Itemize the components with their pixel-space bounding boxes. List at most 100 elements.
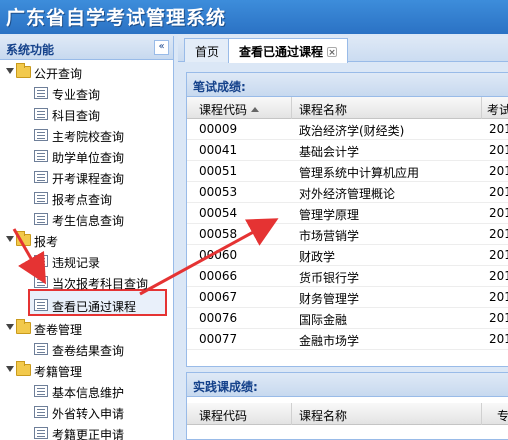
tree-item-review-result[interactable]: 查卷结果查询 [0,339,173,360]
tree-item-course-query[interactable]: 开考课程查询 [0,167,173,188]
collapse-icon[interactable]: « [154,40,169,55]
expand-arrow-icon[interactable] [6,236,14,242]
panel-title: 笔试成绩: [193,80,246,94]
expand-arrow-icon[interactable] [6,68,14,74]
cell-course-code: 00066 [199,269,238,283]
table-row[interactable]: 00053 对外经济管理概论 201 [187,182,508,203]
cell-course-name: 政治经济学(财经类) [299,124,405,138]
tree-group-label: 公开查询 [34,67,83,81]
column-separator[interactable] [291,97,292,119]
cell-exam-date: 201 [489,185,508,199]
cell-course-name: 财务管理学 [299,292,360,306]
tree-item-basic-info[interactable]: 基本信息维护 [0,381,173,402]
tree-item-major-query[interactable]: 专业查询 [0,83,173,104]
tree-item-subject-query[interactable]: 科目查询 [0,104,173,125]
expand-arrow-icon[interactable] [6,366,14,372]
document-icon [34,276,48,288]
cell-exam-date: 201 [489,248,508,262]
cell-course-name: 对外经济管理概论 [299,187,396,201]
table-row[interactable]: 00060 财政学 201 [187,245,508,266]
cell-exam-date: 201 [489,206,508,220]
tree-group-public-query[interactable]: 公开查询 [0,62,173,83]
cell-course-code: 00058 [199,227,238,241]
tree-item-current-registration[interactable]: 当次报考科目查询 [0,272,173,293]
cell-course-code: 00076 [199,311,238,325]
tree-item-assist-unit-query[interactable]: 助学单位查询 [0,146,173,167]
folder-icon [16,319,31,334]
document-icon [34,385,48,397]
app-header: 广东省自学考试管理系统 [0,0,508,34]
cell-course-code: 00009 [199,122,238,136]
tree-group-registration[interactable]: 报考 [0,230,173,251]
document-icon [34,129,48,141]
panel-header: 笔试成绩: [187,73,508,97]
table-row[interactable]: 00051 管理系统中计算机应用 201 [187,161,508,182]
grid-header: 课程代码 课程名称 考试 [187,97,508,119]
table-row[interactable]: 00076 国际金融 201 [187,308,508,329]
tree-item-label: 主考院校查询 [52,130,125,144]
sidebar: 系统功能 « 公开查询 专业查询 科目查询 主考院校查询 助学单位查询 开考课程… [0,36,174,440]
table-row[interactable]: 00054 管理学原理 201 [187,203,508,224]
tree-group-label: 报考 [34,235,59,249]
column-header-major[interactable]: 专 [497,407,508,424]
table-row[interactable]: 00066 货币银行学 201 [187,266,508,287]
column-separator[interactable] [481,97,482,119]
cell-exam-date: 201 [489,269,508,283]
tree-group-label: 考籍管理 [34,365,83,379]
cell-course-code: 00051 [199,164,238,178]
cell-course-code: 00041 [199,143,238,157]
column-header-name[interactable]: 课程名称 [299,101,347,118]
tree-item-violation-record[interactable]: 违规记录 [0,251,173,272]
column-header-code[interactable]: 课程代码 [199,407,247,424]
table-row[interactable]: 00041 基础会计学 201 [187,140,508,161]
tab-label: 首页 [195,45,220,59]
document-icon [34,255,48,267]
sidebar-title: 系统功能 [6,43,55,57]
document-icon [34,108,48,120]
cell-course-code: 00067 [199,290,238,304]
expand-arrow-icon[interactable] [6,324,14,330]
tree-item-label: 考籍更正申请 [52,428,125,440]
table-row[interactable]: 00067 财务管理学 201 [187,287,508,308]
tree-group-label: 查卷管理 [34,323,83,337]
cell-exam-date: 201 [489,227,508,241]
tree-item-passed-courses[interactable]: 查看已通过课程 [0,293,173,318]
document-icon [34,406,48,418]
practice-score-panel: 实践课成绩: 课程代码 课程名称 专 [186,372,508,440]
column-separator[interactable] [481,403,482,425]
sort-asc-icon[interactable] [251,107,260,112]
document-icon [34,213,48,225]
document-icon [34,427,48,439]
table-row[interactable]: 00077 金融市场学 201 [187,329,508,350]
tree-item-label: 开考课程查询 [52,172,125,186]
tree-item-label: 报考点查询 [52,193,113,207]
tree-group-paper-review[interactable]: 查卷管理 [0,318,173,339]
column-header-code[interactable]: 课程代码 [199,101,260,118]
tree-item-college-query[interactable]: 主考院校查询 [0,125,173,146]
tree-item-registry-correction[interactable]: 考籍更正申请 [0,423,173,440]
column-separator[interactable] [291,403,292,425]
folder-icon [16,361,31,376]
close-icon[interactable]: × [327,47,338,58]
cell-course-code: 00053 [199,185,238,199]
tree-item-transfer-in[interactable]: 外省转入申请 [0,402,173,423]
sidebar-header: 系统功能 « [0,36,173,60]
column-header-date[interactable]: 考试 [487,101,508,118]
tree-item-exam-site-query[interactable]: 报考点查询 [0,188,173,209]
tree-item-label: 基本信息维护 [52,386,125,400]
table-row[interactable]: 00009 政治经济学(财经类) 201 [187,119,508,140]
cell-course-code: 00077 [199,332,238,346]
tree-item-label: 考生信息查询 [52,214,125,228]
tree-item-label: 查卷结果查询 [52,344,125,358]
tree-item-student-info-query[interactable]: 考生信息查询 [0,209,173,230]
column-header-name[interactable]: 课程名称 [299,407,347,424]
folder-icon [16,63,31,78]
tree-group-registry-management[interactable]: 考籍管理 [0,360,173,381]
tab-passed-courses[interactable]: 查看已通过课程 × [228,38,349,63]
tab-home[interactable]: 首页 [184,38,231,62]
grid-body: 00009 政治经济学(财经类) 201 00041 基础会计学 201 00051 管理系统… [187,119,508,350]
document-icon [34,343,48,355]
table-row[interactable]: 00058 市场营销学 201 [187,224,508,245]
tree-item-label: 专业查询 [52,88,101,102]
tree-item-label: 查看已通过课程 [52,300,137,314]
